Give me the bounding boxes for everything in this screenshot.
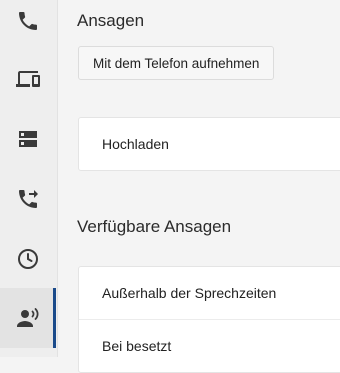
upload-button[interactable]: Hochladen — [79, 118, 340, 170]
sidebar-item-devices[interactable] — [0, 50, 56, 108]
available-announcements-title: Verfügbare Ansagen — [77, 217, 232, 236]
devices-icon — [16, 71, 40, 87]
list-item-busy[interactable]: Bei besetzt — [79, 319, 340, 372]
list-item-outside-hours[interactable]: Außerhalb der Sprechzeiten — [79, 267, 340, 319]
sidebar-item-server[interactable] — [0, 110, 56, 168]
voice-announcement-icon — [17, 308, 39, 327]
main-content: Ansagen Mit dem Telefon aufnehmen Hochla… — [57, 0, 340, 373]
phone-icon — [19, 12, 37, 30]
clock-icon — [18, 249, 38, 269]
call-forward-icon — [19, 190, 38, 208]
server-icon — [19, 131, 37, 147]
sidebar-item-phone[interactable] — [0, 0, 56, 50]
sidebar-item-schedule[interactable] — [0, 230, 56, 288]
sidebar — [0, 0, 58, 357]
sidebar-item-announcements[interactable] — [0, 288, 56, 348]
record-with-phone-button[interactable]: Mit dem Telefon aufnehmen — [78, 46, 275, 80]
upload-card: Hochladen — [78, 117, 340, 171]
sidebar-item-call-forwarding[interactable] — [0, 170, 56, 228]
announcements-title: Ansagen — [77, 11, 145, 30]
